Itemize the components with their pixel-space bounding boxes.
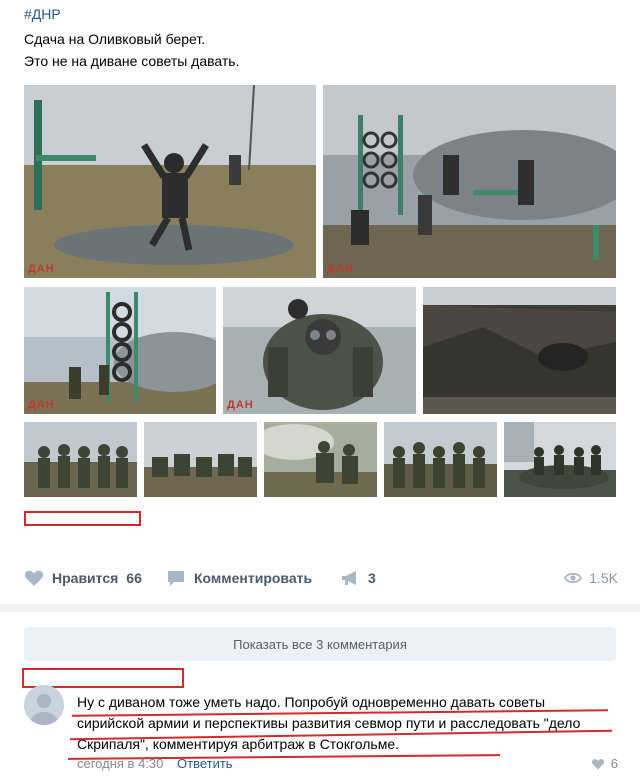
heart-icon bbox=[24, 570, 44, 586]
photo-watermark: ДАН bbox=[227, 399, 254, 411]
photo-group-3[interactable] bbox=[264, 422, 377, 497]
post-text-line-1: Сдача на Оливковый берет. bbox=[24, 31, 206, 47]
wall-post: #ДНР Сдача на Оливковый берет. Это не на… bbox=[0, 0, 640, 604]
comment-button[interactable]: Комментировать bbox=[166, 566, 312, 590]
photo-watermark: ДАН bbox=[28, 399, 55, 411]
photo-group-4[interactable] bbox=[384, 422, 497, 497]
post-actions-bar: Нравится 66 Комментировать 3 1.5K bbox=[0, 566, 640, 590]
comment-item: Ну с диваном тоже уметь надо. Попробуй о… bbox=[0, 668, 640, 779]
avatar[interactable] bbox=[24, 685, 64, 725]
like-button[interactable]: Нравится 66 bbox=[24, 566, 142, 590]
heart-icon bbox=[591, 758, 604, 769]
photo-obstacle-jump[interactable]: ДАН bbox=[24, 85, 316, 278]
comment-label: Комментировать bbox=[194, 570, 313, 586]
photo-watermark: ДАН bbox=[28, 263, 55, 275]
photo-watermark: ДАН bbox=[327, 263, 354, 275]
section-divider bbox=[0, 604, 640, 612]
photo-gas-mask[interactable]: ДАН bbox=[223, 287, 416, 414]
like-count: 66 bbox=[126, 570, 142, 586]
share-count: 3 bbox=[368, 570, 376, 586]
comment-icon bbox=[168, 571, 184, 586]
comment-like-count: 6 bbox=[610, 756, 618, 771]
photo-quarry[interactable] bbox=[423, 287, 616, 414]
photo-group-1[interactable] bbox=[24, 422, 137, 497]
views-count: 1.5K bbox=[589, 570, 618, 586]
comment-like-button[interactable]: 6 bbox=[591, 756, 618, 771]
comment-text: Ну с диваном тоже уметь надо. Попробуй о… bbox=[77, 694, 581, 752]
hashtag-link[interactable]: #ДНР bbox=[24, 6, 61, 22]
photo-group-2[interactable] bbox=[144, 422, 257, 497]
post-text-line-2: Это не на диване советы давать. bbox=[24, 53, 240, 69]
show-all-comments-button[interactable]: Показать все 3 комментария bbox=[24, 627, 616, 661]
share-button[interactable]: 3 bbox=[340, 566, 376, 590]
views-counter: 1.5K bbox=[564, 566, 618, 590]
photo-tire-tower[interactable]: ДАН bbox=[323, 85, 616, 278]
photo-tire-climb[interactable]: ДАН bbox=[24, 287, 216, 414]
photo-group-5[interactable] bbox=[504, 422, 616, 497]
eye-icon bbox=[564, 572, 583, 584]
redaction-box-author bbox=[24, 511, 141, 526]
megaphone-icon bbox=[342, 571, 356, 585]
like-label: Нравится bbox=[52, 570, 119, 586]
